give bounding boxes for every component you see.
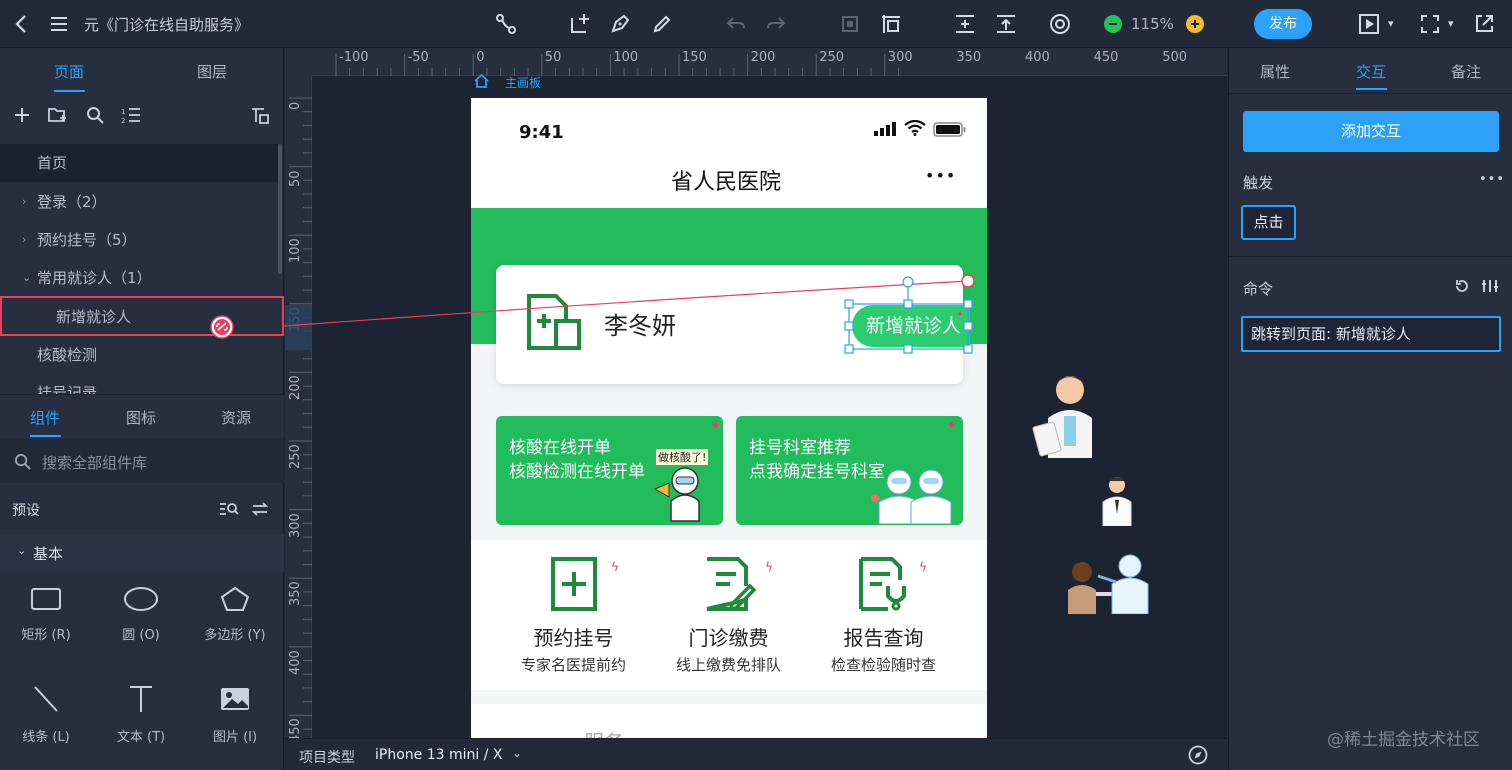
trigger-more-icon[interactable]: ••• xyxy=(1479,172,1505,187)
divider xyxy=(1229,256,1512,257)
command-label: 命令 xyxy=(1243,280,1274,298)
add-interaction-button[interactable]: 添加交互 xyxy=(1243,111,1499,152)
swab-test-illustration[interactable] xyxy=(1062,552,1150,614)
chevron-down-icon[interactable]: ⌄ xyxy=(512,746,522,760)
command-jump-to-page[interactable]: 跳转到页面: 新增就诊人 xyxy=(1241,316,1501,352)
tab-properties[interactable]: 属性 xyxy=(1260,61,1290,82)
tab-interactions-underline xyxy=(1356,88,1387,90)
link-endpoint[interactable] xyxy=(961,274,975,288)
reset-icon[interactable] xyxy=(1454,278,1470,294)
trigger-click-chip[interactable]: 点击 xyxy=(1241,205,1296,240)
right-panel: 属性 交互 备注 触发 ••• 命令 xyxy=(1228,48,1512,770)
watermark: @稀土掘金技术社区 xyxy=(1327,730,1480,750)
trigger-label: 触发 xyxy=(1243,174,1274,192)
project-type-label: 项目类型 xyxy=(299,750,355,766)
tab-notes[interactable]: 备注 xyxy=(1451,61,1481,82)
link-badge-icon[interactable] xyxy=(210,315,234,339)
bottom-bar: 项目类型 iPhone 13 mini / X ⌄ xyxy=(285,738,1227,770)
resize-handles[interactable] xyxy=(844,299,973,354)
doctor-illustration[interactable] xyxy=(1032,372,1102,460)
link-marker-icon xyxy=(958,311,962,315)
compass-icon[interactable] xyxy=(1188,745,1208,765)
project-type-select[interactable]: iPhone 13 mini / X xyxy=(375,747,502,763)
divider xyxy=(1229,93,1512,94)
selection-box[interactable] xyxy=(848,303,969,350)
reorder-icon[interactable] xyxy=(1481,278,1499,294)
small-doctor-illustration[interactable] xyxy=(1098,474,1136,526)
rotate-handle[interactable] xyxy=(902,276,914,288)
tab-interactions[interactable]: 交互 xyxy=(1356,61,1386,82)
